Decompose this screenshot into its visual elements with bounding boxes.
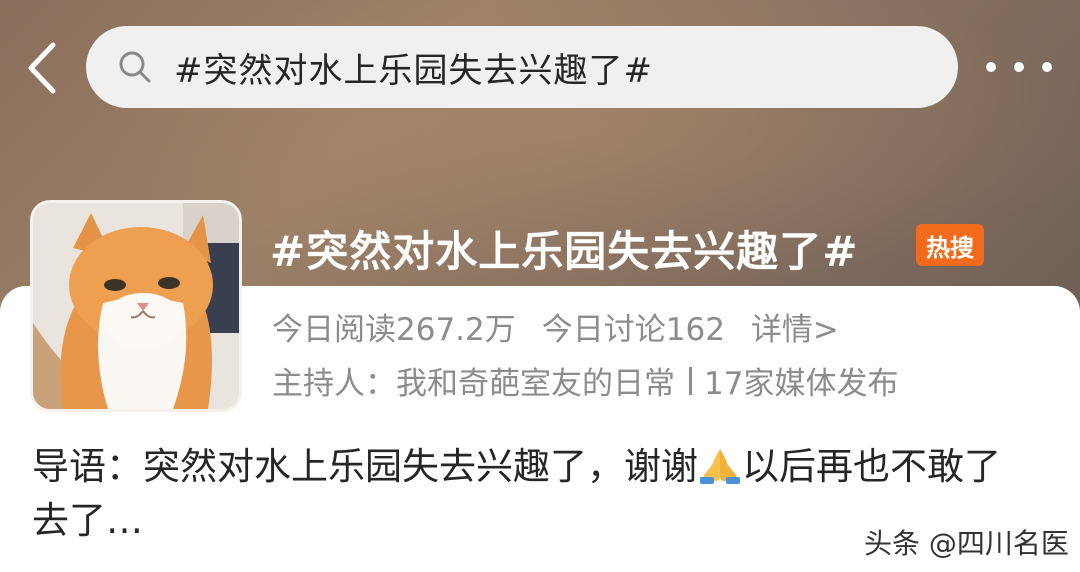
- host-name[interactable]: 主持人：我和奇葩室友的日常: [272, 358, 675, 403]
- host-line: 主持人：我和奇葩室友的日常 17家媒体发布: [272, 358, 898, 403]
- topic-stats: 今日阅读267.2万 今日讨论162 详情>: [272, 304, 839, 349]
- intro-text-1: 导语：突然对水上乐园失去兴趣了，谢谢: [32, 445, 698, 488]
- topic-avatar[interactable]: [30, 200, 242, 412]
- back-button[interactable]: [18, 38, 66, 98]
- media-count[interactable]: 17家媒体发布: [704, 358, 898, 403]
- today-discussions: 今日讨论162: [541, 312, 725, 348]
- topic-title: #突然对水上乐园失去兴趣了#: [270, 227, 859, 276]
- back-arrow-icon: [28, 42, 56, 94]
- more-options-button[interactable]: [986, 50, 1052, 84]
- hot-search-badge: 热搜: [916, 224, 984, 266]
- more-icon: [986, 62, 996, 72]
- divider: [689, 366, 692, 395]
- more-icon-dot: [1042, 62, 1052, 72]
- search-icon: [118, 50, 152, 84]
- cat-avatar: [33, 203, 239, 409]
- details-link[interactable]: 详情>: [751, 304, 839, 349]
- search-bar[interactable]: #突然对水上乐园失去兴趣了#: [86, 26, 958, 108]
- praying-hands-icon: [700, 449, 740, 484]
- search-query-text: #突然对水上乐园失去兴趣了#: [174, 50, 653, 91]
- today-reads: 今日阅读267.2万: [272, 312, 516, 348]
- more-icon-dot: [1014, 62, 1024, 72]
- watermark: 头条 @四川名医: [864, 527, 1069, 560]
